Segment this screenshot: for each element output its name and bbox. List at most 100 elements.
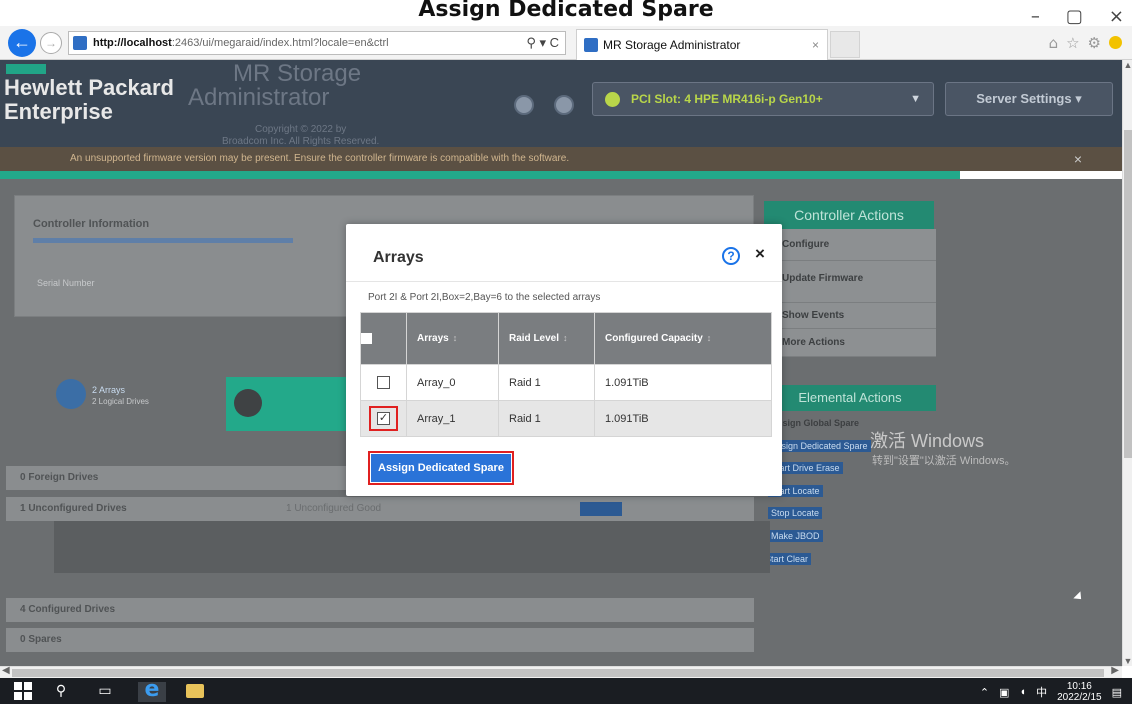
warning-banner: An unsupported firmware version may be p… [0, 147, 1122, 171]
arrays-icon [56, 379, 86, 409]
vertical-scrollbar[interactable]: ▲ ▼ [1122, 60, 1132, 666]
raid-level-cell: Raid 1 [498, 364, 595, 401]
sort-icon: ↕ [452, 333, 458, 343]
row-checkbox-cell [360, 364, 407, 401]
table-row[interactable]: Array_0 Raid 1 1.091TiB [360, 364, 772, 401]
browser-tab[interactable]: MR Storage Administrator × [576, 29, 828, 60]
update-firmware-action[interactable]: Update Firmware [764, 261, 936, 303]
home-icon[interactable]: ⌂ [1049, 34, 1059, 52]
task-view-icon[interactable]: ▭ [96, 682, 114, 700]
help-icon[interactable]: ? [722, 247, 740, 265]
copyright-line: Copyright © 2022 by [254, 124, 347, 135]
notification-center-icon[interactable]: ▤ [1112, 686, 1122, 699]
internet-explorer-icon[interactable]: e [138, 679, 166, 702]
app-title-line-2: Administrator [188, 84, 330, 111]
hpe-logo-bar [6, 64, 46, 74]
configure-action[interactable]: Configure [764, 229, 936, 261]
tray-chevron-icon[interactable]: ⌃ [980, 686, 989, 699]
back-icon[interactable]: ← [8, 29, 36, 57]
refresh-icon[interactable] [514, 95, 534, 115]
horizontal-scroll-thumb[interactable] [12, 669, 1104, 677]
assign-button-highlight: Assign Dedicated Spare [368, 451, 514, 485]
select-all-checkbox[interactable] [361, 332, 372, 344]
arrays-summary[interactable]: 2 Arrays [92, 385, 125, 395]
brand-name: Hewlett Packard Enterprise [4, 76, 174, 124]
vertical-scroll-thumb[interactable] [1124, 130, 1132, 458]
capacity-column-label: Configured Capacity [605, 333, 703, 344]
app-title: MR Storage Administrator [188, 62, 361, 110]
minimize-button[interactable]: – [1031, 6, 1040, 27]
taskbar: ⚲ ▭ e ⌃ ▣ ◖ 中 10:16 2022/2/15 ▤ [0, 678, 1132, 704]
show-events-action[interactable]: Show Events [764, 303, 936, 329]
browser-icons: ⌂ ☆ ⚙ [1049, 34, 1122, 52]
scroll-up-icon[interactable]: ▲ [1123, 60, 1132, 70]
array-0-checkbox[interactable] [377, 376, 390, 389]
horizontal-scrollbar[interactable]: ◀ ▶ [0, 665, 1122, 678]
address-controls[interactable]: ⚲ ▾ C [526, 32, 559, 54]
search-icon[interactable]: ⚲ [52, 682, 70, 700]
forward-icon[interactable]: → [40, 32, 62, 54]
feedback-smiley-icon[interactable] [1109, 36, 1122, 49]
assign-global-spare-link[interactable]: Assign Global Spare [768, 417, 862, 429]
more-actions-action[interactable]: More Actions [764, 329, 936, 357]
file-explorer-icon[interactable] [186, 684, 204, 698]
warning-text: An unsupported firmware version may be p… [70, 153, 570, 164]
controller-selector[interactable]: PCI Slot: 4 HPE MR416i-p Gen10+ ▼ [592, 82, 934, 116]
brand-line-2: Enterprise [4, 99, 113, 124]
windows-start-icon[interactable] [14, 682, 32, 700]
unconfigured-drives-label: 1 Unconfigured Drives [20, 503, 127, 514]
table-row[interactable]: ✓ Array_1 Raid 1 1.091TiB [360, 400, 772, 437]
unconfigured-drives-row[interactable]: 1 Unconfigured Drives 1 Unconfigured Goo… [6, 497, 754, 521]
elemental-actions-title: Elemental Actions [764, 385, 936, 411]
clock[interactable]: 10:16 2022/2/15 [1057, 681, 1102, 703]
close-icon[interactable]: × [755, 244, 765, 264]
unconfigured-badge [580, 502, 622, 516]
clock-time: 10:16 [1066, 681, 1092, 692]
scroll-right-icon[interactable]: ▶ [1111, 665, 1119, 676]
drive-summary-tile[interactable] [226, 377, 348, 431]
unconfigured-drives-table [54, 521, 770, 573]
settings-gear-icon[interactable]: ⚙ [1088, 34, 1101, 52]
arrays-dialog: Arrays ? × Port 2I & Port 2I,Box=2,Bay=6… [346, 224, 782, 496]
system-tray: ⌃ ▣ ◖ 中 10:16 2022/2/15 ▤ [980, 681, 1122, 703]
restore-button[interactable]: ▢ [1066, 6, 1083, 27]
help-circle-icon[interactable] [554, 95, 574, 115]
scroll-left-icon[interactable]: ◀ [2, 665, 10, 676]
scroll-down-icon[interactable]: ▼ [1123, 656, 1132, 666]
warning-close-icon[interactable]: × [1074, 147, 1082, 171]
ime-indicator[interactable]: 中 [1036, 684, 1047, 700]
network-icon[interactable]: ▣ [999, 686, 1009, 699]
close-window-button[interactable]: × [1109, 6, 1124, 27]
volume-icon[interactable]: ◖ [1019, 686, 1026, 698]
url-path: :2463/ui/megaraid/index.html?locale=en&c… [171, 37, 389, 49]
address-bar[interactable]: http://localhost:2463/ui/megaraid/index.… [68, 31, 566, 55]
server-settings-button[interactable]: Server Settings ▾ [945, 82, 1113, 116]
controller-info-title: Controller Information [33, 218, 150, 230]
sort-icon: ↕ [563, 333, 568, 343]
spares-row[interactable]: 0 Spares [6, 628, 754, 652]
array-name-cell: Array_1 [406, 400, 499, 437]
raid-level-column-header[interactable]: Raid Level ↕ [498, 312, 595, 365]
configured-drives-row[interactable]: 4 Configured Drives [6, 598, 754, 622]
assign-dedicated-spare-link[interactable]: Assign Dedicated Spare [768, 440, 871, 452]
favorites-star-icon[interactable]: ☆ [1066, 34, 1079, 52]
tab-close-icon[interactable]: × [812, 30, 819, 60]
arrays-table: Arrays ↕ Raid Level ↕ Configured Capacity ↕… [360, 312, 772, 437]
logical-summary: 2 Logical Drives [92, 397, 149, 406]
info-progress [33, 238, 293, 243]
activation-watermark: 激活 Windows [870, 431, 985, 451]
sort-icon: ↕ [706, 333, 712, 343]
new-tab-button[interactable] [830, 31, 860, 58]
copyright: Copyright © 2022 by Broadcom Inc. All Ri… [222, 124, 379, 148]
capacity-cell: 1.091TiB [594, 400, 772, 437]
capacity-cell: 1.091TiB [594, 364, 772, 401]
stop-locate-link[interactable]: Stop Locate [768, 507, 823, 519]
app-title-line-1: MR Storage [233, 60, 362, 87]
assign-dedicated-spare-button[interactable]: Assign Dedicated Spare [371, 454, 511, 482]
chevron-down-icon: ▼ [910, 93, 921, 105]
make-jbod-link[interactable]: Make JBOD [768, 530, 823, 542]
controller-icon [605, 92, 620, 107]
capacity-column-header[interactable]: Configured Capacity ↕ [594, 312, 772, 365]
arrays-column-header[interactable]: Arrays ↕ [406, 312, 499, 365]
array-1-checkbox[interactable]: ✓ [377, 412, 390, 425]
